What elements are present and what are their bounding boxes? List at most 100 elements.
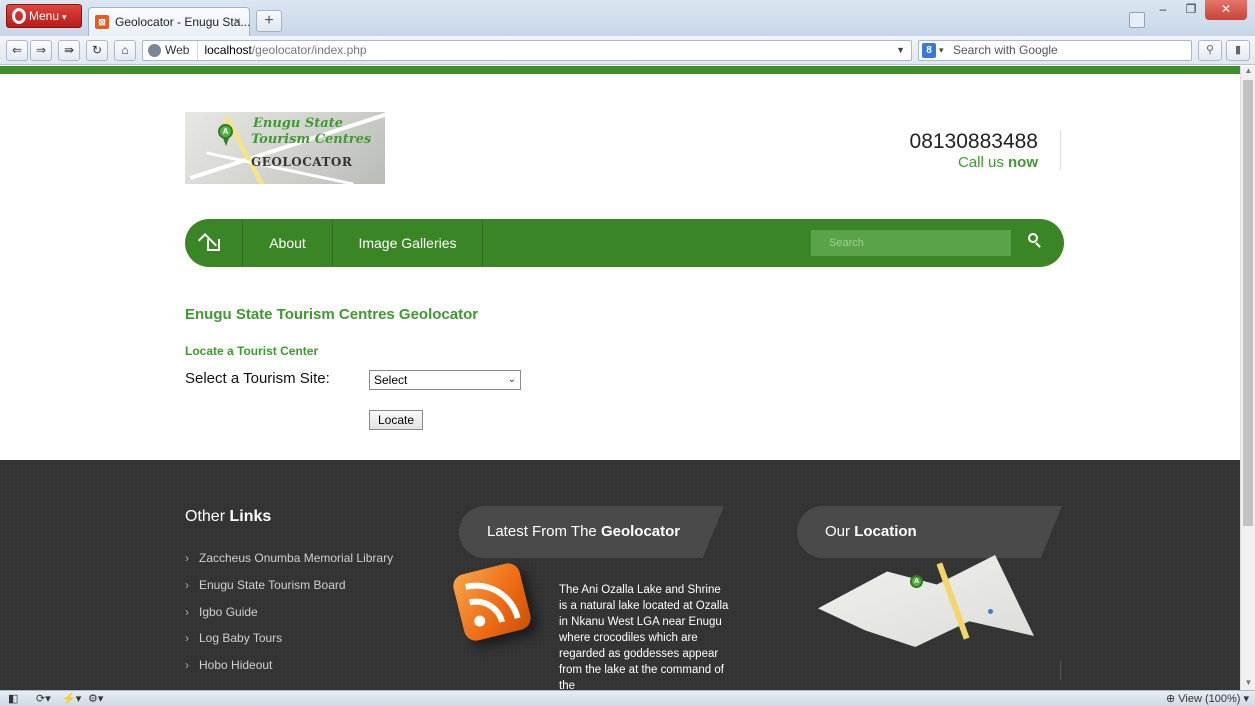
- page-scrollbar[interactable]: ▲ ▼: [1240, 66, 1255, 690]
- location-banner: Our Location: [797, 506, 1062, 558]
- map-location-dot: [988, 609, 993, 614]
- rss-feed-icon[interactable]: [450, 560, 534, 644]
- footer-link[interactable]: › Enugu State Tourism Board: [185, 578, 346, 592]
- logo-line2: Tourism Centres: [251, 132, 372, 147]
- address-path: /geolocator/index.php: [251, 43, 367, 57]
- address-host: localhost: [204, 43, 252, 57]
- panel-toggle-icon[interactable]: ◧: [8, 692, 18, 705]
- main-nav: About Image Galleries Search: [185, 219, 1064, 267]
- opera-menu-button[interactable]: Menu ▾: [6, 4, 82, 28]
- search-engine-chevron-icon[interactable]: ▾: [939, 41, 944, 60]
- opera-logo-icon: [12, 8, 26, 24]
- speed-bars-icon[interactable]: ▮: [1226, 40, 1250, 61]
- zoom-label: View (100%): [1178, 693, 1241, 705]
- globe-icon: [148, 44, 161, 57]
- scrollbar-thumb[interactable]: [1243, 80, 1253, 526]
- scroll-up-icon[interactable]: ▲: [1241, 66, 1255, 78]
- locate-button[interactable]: Locate: [369, 410, 423, 430]
- tourism-site-select[interactable]: Select ⌄: [369, 370, 521, 390]
- zoom-control[interactable]: ⊕ View (100%) ▾: [1166, 692, 1249, 705]
- search-handle: [1035, 242, 1041, 248]
- footer-link-label: Enugu State Tourism Board: [199, 578, 346, 592]
- logo-line1: Enugu State: [253, 116, 343, 131]
- restore-icon[interactable]: ❐: [1177, 0, 1205, 20]
- latest-prefix: Latest From The: [487, 523, 597, 540]
- nav-about[interactable]: About: [243, 219, 333, 267]
- chevron-right-icon: ›: [185, 578, 189, 592]
- address-bar[interactable]: Web localhost/geolocator/index.php ▼: [142, 40, 912, 61]
- window-controls: – ❐ ✕: [1149, 0, 1247, 20]
- footer-link[interactable]: › Log Baby Tours: [185, 631, 282, 645]
- nav-search-input[interactable]: Search: [811, 230, 1011, 256]
- nav-image-galleries[interactable]: Image Galleries: [333, 219, 483, 267]
- footer-link-label: Log Baby Tours: [199, 631, 283, 645]
- chevron-right-icon: ›: [185, 551, 189, 565]
- latest-emphasis: Geolocator: [600, 523, 681, 540]
- folded-map-icon: [818, 555, 1034, 647]
- page-title: Enugu State Tourism Centres Geolocator: [185, 306, 479, 323]
- footer: Other Links › Zaccheus Onumba Memorial Li…: [0, 460, 1240, 690]
- chevron-down-icon: ▾: [62, 12, 67, 22]
- footer-link[interactable]: › Zaccheus Onumba Memorial Library: [185, 551, 393, 565]
- trash-icon[interactable]: [1129, 12, 1145, 28]
- map-pin-tail: [223, 138, 229, 146]
- latest-banner: Latest From The Geolocator: [459, 506, 724, 558]
- nav-home[interactable]: [185, 219, 243, 267]
- footer-link-label: Igbo Guide: [199, 605, 258, 619]
- search-engine-field[interactable]: 8 ▾ Search with Google: [918, 40, 1192, 61]
- fast-forward-icon[interactable]: ⇛: [58, 40, 80, 61]
- scroll-down-icon[interactable]: ▼: [1241, 678, 1255, 690]
- xampp-favicon-icon: ⊠: [95, 15, 109, 29]
- chevron-right-icon: ›: [185, 631, 189, 645]
- search-engine-placeholder: Search with Google: [953, 43, 1058, 57]
- reload-icon[interactable]: ↻: [86, 40, 108, 61]
- footer-link[interactable]: › Hobo Hideout: [185, 658, 272, 672]
- address-dropdown-icon[interactable]: ▼: [896, 41, 905, 60]
- settings-icon[interactable]: ⚙▾: [88, 692, 103, 705]
- links-title-prefix: Other: [185, 508, 226, 525]
- menu-label: Menu: [29, 9, 60, 23]
- footer-link[interactable]: › Igbo Guide: [185, 605, 258, 619]
- select-value: Select: [374, 373, 408, 387]
- other-links-heading: Other Links: [185, 508, 271, 526]
- chevron-down-icon: ⌄: [507, 374, 516, 385]
- unite-icon[interactable]: ⚡▾: [62, 692, 81, 705]
- search-icon[interactable]: ⚲: [1198, 40, 1222, 61]
- google-icon: 8: [922, 43, 936, 58]
- location-emphasis: Location: [854, 523, 917, 540]
- map-pin-icon: A: [910, 575, 923, 588]
- browser-toolbar: ⇐ ⇒ ⇛ ↻ ⌂ Web localhost/geolocator/index.…: [0, 36, 1255, 65]
- footer-link-label: Zaccheus Onumba Memorial Library: [199, 551, 394, 565]
- tab-title: Geolocator - Enugu Sta...: [115, 15, 251, 29]
- turbo-icon[interactable]: ⟳▾: [36, 692, 51, 705]
- search-icon[interactable]: [1028, 233, 1042, 251]
- location-prefix: Our: [825, 523, 851, 540]
- footer-divider: [1060, 660, 1061, 680]
- new-tab-button[interactable]: +: [256, 10, 282, 32]
- page-viewport: A Enugu State Tourism Centres GEOLOCATOR…: [0, 74, 1240, 690]
- logo-line3: GEOLOCATOR: [251, 155, 353, 169]
- links-title-emphasis: Links: [229, 508, 272, 525]
- section-subtitle: Locate a Tourist Center: [185, 344, 319, 358]
- web-badge: Web: [143, 41, 199, 60]
- site-logo[interactable]: A Enugu State Tourism Centres GEOLOCATOR: [185, 112, 385, 184]
- location-map[interactable]: A: [818, 555, 1034, 647]
- page-top-bar: [0, 66, 1240, 74]
- browser-titlebar: Menu ▾ ⊠ Geolocator - Enugu Sta... × + – …: [0, 0, 1255, 36]
- tab-close-icon[interactable]: ×: [234, 14, 241, 28]
- forward-icon[interactable]: ⇒: [30, 40, 52, 61]
- phone-number: 08130883488: [909, 130, 1038, 153]
- browser-statusbar: ◧ ⟳▾ ⚡▾ ⚙▾ ⊕ View (100%) ▾: [0, 690, 1255, 706]
- call-us-emphasis: now: [1008, 154, 1038, 171]
- back-icon[interactable]: ⇐: [6, 40, 28, 61]
- chevron-right-icon: ›: [185, 605, 189, 619]
- minimize-icon[interactable]: –: [1149, 0, 1177, 20]
- latest-post-text: The Ani Ozalla Lake and Shrine is a natu…: [559, 584, 729, 690]
- browser-tab[interactable]: ⊠ Geolocator - Enugu Sta... ×: [88, 7, 250, 36]
- call-us-text: Call us now: [880, 154, 1038, 171]
- header-divider: [1060, 130, 1061, 170]
- close-window-icon[interactable]: ✕: [1205, 0, 1247, 20]
- home-icon[interactable]: ⌂: [114, 40, 136, 61]
- call-us-prefix: Call us: [957, 154, 1004, 171]
- map-pin-icon: A: [218, 124, 233, 139]
